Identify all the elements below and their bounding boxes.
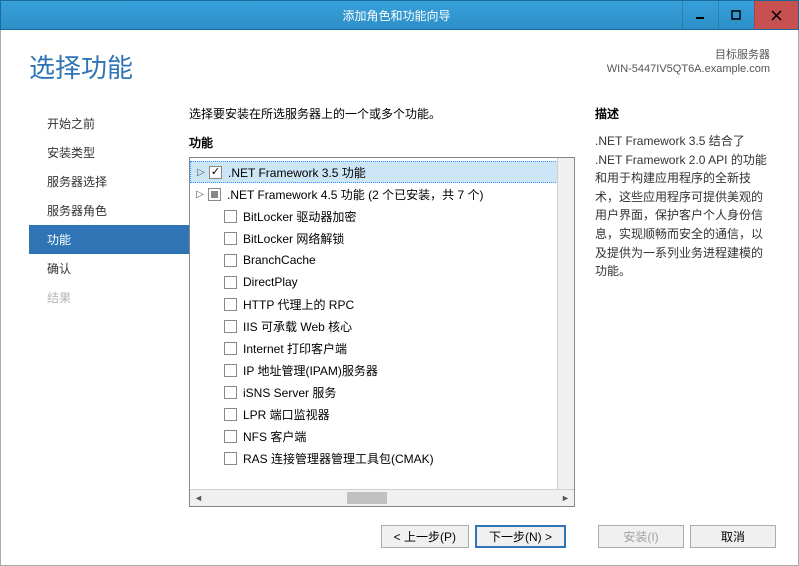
previous-button[interactable]: < 上一步(P) xyxy=(381,525,469,548)
feature-row[interactable]: ▷ .NET Framework 4.5 功能 (2 个已安装，共 7 个) xyxy=(190,183,574,205)
nav-item-2[interactable]: 服务器选择 xyxy=(29,167,189,196)
nav-item-4[interactable]: 功能 xyxy=(29,225,189,254)
expand-icon[interactable]: ▷ xyxy=(195,167,207,178)
description-label: 描述 xyxy=(595,105,770,122)
expand-icon[interactable]: ▷ xyxy=(194,189,206,200)
target-host: WIN-5447IV5QT6A.example.com xyxy=(607,62,770,76)
feature-label: Internet 打印客户端 xyxy=(243,340,347,357)
feature-row[interactable]: NFS 客户端 xyxy=(190,425,574,447)
minimize-button[interactable] xyxy=(682,1,718,29)
feature-row[interactable]: BitLocker 网络解锁 xyxy=(190,227,574,249)
feature-row[interactable]: LPR 端口监视器 xyxy=(190,403,574,425)
target-label: 目标服务器 xyxy=(607,48,770,62)
vertical-scrollbar[interactable] xyxy=(557,158,574,489)
feature-label: BranchCache xyxy=(243,253,316,267)
feature-row[interactable]: BranchCache xyxy=(190,249,574,271)
target-server-info: 目标服务器 WIN-5447IV5QT6A.example.com xyxy=(607,48,770,77)
nav-item-3[interactable]: 服务器角色 xyxy=(29,196,189,225)
feature-checkbox[interactable] xyxy=(224,452,237,465)
cancel-button[interactable]: 取消 xyxy=(690,525,776,548)
feature-checkbox[interactable] xyxy=(224,430,237,443)
scroll-right-icon[interactable]: ► xyxy=(557,490,574,507)
feature-checkbox[interactable] xyxy=(224,254,237,267)
feature-label: LPR 端口监视器 xyxy=(243,406,330,423)
feature-row[interactable]: IP 地址管理(IPAM)服务器 xyxy=(190,359,574,381)
feature-row[interactable]: RAS 连接管理器管理工具包(CMAK) xyxy=(190,447,574,469)
feature-checkbox[interactable] xyxy=(224,232,237,245)
nav-item-0[interactable]: 开始之前 xyxy=(29,109,189,138)
nav-item-6: 结果 xyxy=(29,283,189,312)
feature-label: BitLocker 网络解锁 xyxy=(243,230,344,247)
feature-checkbox[interactable] xyxy=(224,320,237,333)
scroll-left-icon[interactable]: ◄ xyxy=(190,490,207,507)
next-button[interactable]: 下一步(N) > xyxy=(475,525,566,548)
feature-label: iSNS Server 服务 xyxy=(243,384,336,401)
feature-checkbox[interactable] xyxy=(224,408,237,421)
feature-row[interactable]: iSNS Server 服务 xyxy=(190,381,574,403)
feature-label: HTTP 代理上的 RPC xyxy=(243,296,354,313)
wizard-footer: < 上一步(P) 下一步(N) > 安装(I) 取消 xyxy=(1,507,798,565)
feature-label: IIS 可承载 Web 核心 xyxy=(243,318,352,335)
feature-checkbox[interactable] xyxy=(224,276,237,289)
features-listbox[interactable]: ▷ .NET Framework 3.5 功能 ▷ .NET Framework 4.… xyxy=(189,157,575,507)
feature-row[interactable]: Internet 打印客户端 xyxy=(190,337,574,359)
maximize-button[interactable] xyxy=(718,1,754,29)
feature-label: NFS 客户端 xyxy=(243,428,306,445)
title-bar: 添加角色和功能向导 xyxy=(0,0,799,30)
prompt-text: 选择要安装在所选服务器上的一个或多个功能。 xyxy=(189,105,575,122)
horizontal-scrollbar[interactable]: ◄ ► xyxy=(190,489,574,506)
feature-label: .NET Framework 4.5 功能 (2 个已安装，共 7 个) xyxy=(227,186,483,203)
feature-row[interactable]: ▷ .NET Framework 3.5 功能 xyxy=(190,161,574,183)
feature-row[interactable]: IIS 可承载 Web 核心 xyxy=(190,315,574,337)
feature-checkbox[interactable] xyxy=(224,298,237,311)
wizard-nav: 开始之前安装类型服务器选择服务器角色功能确认结果 xyxy=(29,105,189,507)
feature-checkbox[interactable] xyxy=(208,188,221,201)
page-heading: 选择功能 xyxy=(29,48,133,85)
feature-checkbox[interactable] xyxy=(209,166,222,179)
feature-row[interactable]: DirectPlay xyxy=(190,271,574,293)
feature-row[interactable]: BitLocker 驱动器加密 xyxy=(190,205,574,227)
features-label: 功能 xyxy=(189,134,575,151)
feature-label: RAS 连接管理器管理工具包(CMAK) xyxy=(243,450,434,467)
feature-checkbox[interactable] xyxy=(224,342,237,355)
feature-checkbox[interactable] xyxy=(224,210,237,223)
description-text: .NET Framework 3.5 结合了 .NET Framework 2.… xyxy=(595,132,770,281)
feature-checkbox[interactable] xyxy=(224,364,237,377)
scroll-thumb[interactable] xyxy=(347,492,387,504)
feature-label: IP 地址管理(IPAM)服务器 xyxy=(243,362,378,379)
feature-checkbox[interactable] xyxy=(224,386,237,399)
nav-item-1[interactable]: 安装类型 xyxy=(29,138,189,167)
feature-label: .NET Framework 3.5 功能 xyxy=(228,164,366,181)
close-button[interactable] xyxy=(754,1,798,29)
nav-item-5[interactable]: 确认 xyxy=(29,254,189,283)
feature-label: DirectPlay xyxy=(243,275,298,289)
install-button[interactable]: 安装(I) xyxy=(598,525,684,548)
window-title: 添加角色和功能向导 xyxy=(342,7,450,24)
feature-row[interactable]: HTTP 代理上的 RPC xyxy=(190,293,574,315)
feature-label: BitLocker 驱动器加密 xyxy=(243,208,356,225)
